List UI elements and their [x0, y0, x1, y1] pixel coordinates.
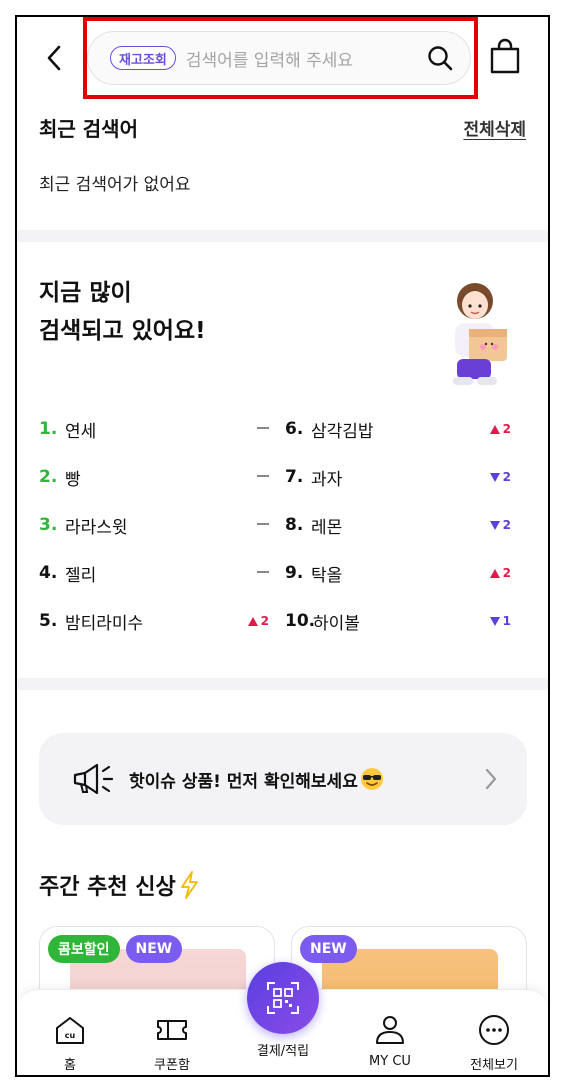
rank-item[interactable]: 8. 레몬 2 [285, 501, 511, 549]
rank-up-indicator: 2 [247, 614, 269, 628]
combo-discount-badge: 콤보할인 [48, 935, 120, 963]
svg-text:cu: cu [65, 1031, 76, 1040]
hot-issue-banner[interactable]: 핫이슈 상품! 먼저 확인해보세요 [39, 733, 527, 825]
megaphone-icon [73, 763, 114, 795]
rank-number: 1. [39, 419, 58, 439]
search-icon[interactable] [426, 44, 454, 72]
nav-coupon[interactable]: 쿠폰함 [132, 990, 212, 1075]
sunglasses-emoji-icon [360, 768, 383, 790]
lightning-icon [180, 871, 198, 899]
app-screen: 재고조회 검색어를 입력해 주세요 최근 검색어 전체삭제 최근 검색어가 없어… [15, 15, 550, 1077]
rank-unchanged-indicator [257, 427, 269, 429]
nav-label: 홈 [64, 1058, 76, 1073]
arrow-up-icon [489, 568, 500, 578]
new-badge: NEW [125, 935, 183, 963]
person-icon [376, 1016, 404, 1044]
arrow-up-icon [489, 424, 500, 434]
rank-item[interactable]: 7. 과자 2 [285, 453, 511, 501]
chevron-left-icon [47, 45, 61, 71]
section-divider [17, 230, 548, 242]
recent-empty-message: 최근 검색어가 없어요 [39, 175, 191, 195]
rank-item[interactable]: 5. 밤티라미수 2 [39, 597, 269, 645]
rank-down-indicator: 2 [489, 470, 511, 484]
rank-down-indicator: 1 [489, 614, 511, 628]
rank-item[interactable]: 9. 탁올 2 [285, 549, 511, 597]
rank-keyword: 젤리 [65, 565, 97, 586]
recent-search-title: 최근 검색어 [39, 117, 138, 141]
search-placeholder: 검색어를 입력해 주세요 [185, 50, 354, 71]
qr-code-icon [267, 982, 299, 1014]
nav-label: 결제/적립 [256, 1044, 310, 1059]
rank-number: 3. [39, 515, 58, 535]
rank-keyword: 하이볼 [313, 613, 360, 634]
arrow-down-icon [489, 616, 500, 626]
nav-home[interactable]: cu 홈 [30, 990, 110, 1075]
weekly-title-text: 주간 추천 신상 [39, 875, 176, 900]
nav-label: MY CU [369, 1054, 411, 1069]
coupon-icon [157, 1020, 187, 1040]
character-illustration [453, 283, 507, 385]
rank-item[interactable]: 6. 삼각김밥 2 [285, 405, 511, 453]
rank-number: 4. [39, 563, 58, 583]
rank-number: 7. [285, 467, 304, 487]
search-input[interactable]: 재고조회 검색어를 입력해 주세요 [87, 31, 471, 85]
hot-issue-text: 핫이슈 상품! 먼저 확인해보세요 [129, 771, 358, 792]
popular-title: 지금 많이 검색되고 있어요! [39, 280, 206, 344]
rank-keyword: 연세 [65, 421, 97, 442]
rank-keyword: 탁올 [311, 565, 343, 586]
rank-keyword: 빵 [65, 469, 81, 490]
rank-item[interactable]: 3. 라라스윗 [39, 501, 269, 549]
nav-label: 쿠폰함 [154, 1058, 190, 1073]
rank-number: 10. [285, 611, 316, 631]
rank-keyword: 삼각김밥 [311, 421, 374, 442]
rank-keyword: 라라스윗 [65, 517, 128, 538]
rank-item[interactable]: 1. 연세 [39, 405, 269, 453]
search-header: 재고조회 검색어를 입력해 주세요 [17, 17, 548, 103]
new-badge: NEW [300, 935, 357, 963]
section-divider [17, 678, 548, 690]
nav-label: 전체보기 [470, 1058, 518, 1073]
shopping-bag-icon[interactable] [488, 37, 522, 75]
rank-number: 2. [39, 467, 58, 487]
rank-item[interactable]: 4. 젤리 [39, 549, 269, 597]
rank-column-right: 6. 삼각김밥 2 7. 과자 2 8. 레몬 2 9. 탁올 2 10. 하이… [285, 405, 511, 645]
nav-view-all[interactable]: 전체보기 [454, 990, 534, 1075]
badge-group: 콤보할인 NEW [48, 935, 183, 963]
rank-number: 6. [285, 419, 304, 439]
back-button[interactable] [39, 41, 69, 75]
rank-down-indicator: 2 [489, 518, 511, 532]
rank-item[interactable]: 2. 빵 [39, 453, 269, 501]
rank-up-indicator: 2 [489, 566, 511, 580]
rank-keyword: 과자 [311, 469, 343, 490]
more-icon [479, 1015, 509, 1045]
arrow-down-icon [489, 520, 500, 530]
badge-group: NEW [300, 935, 357, 963]
rank-number: 8. [285, 515, 304, 535]
home-cu-icon: cu [56, 1017, 84, 1044]
rank-column-left: 1. 연세 2. 빵 3. 라라스윗 4. 젤리 5. 밤티라미수 2 [39, 405, 269, 645]
rank-number: 9. [285, 563, 304, 583]
rank-unchanged-indicator [257, 475, 269, 477]
arrow-down-icon [489, 472, 500, 482]
rank-up-indicator: 2 [489, 422, 511, 436]
pay-button[interactable] [247, 962, 319, 1034]
rank-number: 5. [39, 611, 58, 631]
rank-item[interactable]: 10. 하이볼 1 [285, 597, 511, 645]
rank-keyword: 레몬 [311, 517, 343, 538]
arrow-up-icon [247, 616, 258, 626]
rank-unchanged-indicator [257, 523, 269, 525]
rank-keyword: 밤티라미수 [65, 613, 144, 634]
weekly-new-title: 주간 추천 신상 [39, 869, 200, 901]
stock-check-chip[interactable]: 재고조회 [110, 46, 176, 70]
nav-my-cu[interactable]: MY CU [350, 990, 430, 1075]
rank-unchanged-indicator [257, 571, 269, 573]
bottom-navigation: cu 홈 쿠폰함 결제/적립 MY CU 전체보기 [17, 962, 548, 1075]
delete-all-button[interactable]: 전체삭제 [463, 115, 526, 140]
chevron-right-icon [485, 768, 497, 790]
